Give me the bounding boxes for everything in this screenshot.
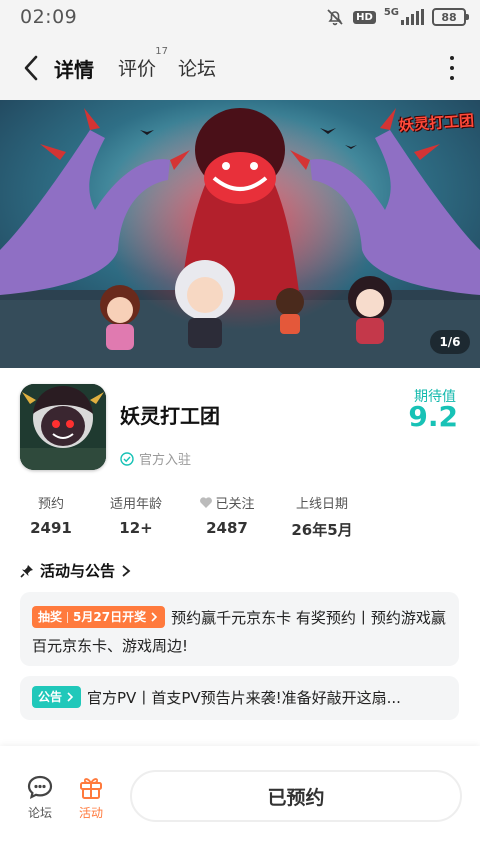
game-title: 妖灵打工团 — [120, 404, 220, 428]
activities-title: 活动与公告 — [40, 562, 116, 580]
stat-value: 12+ — [119, 519, 153, 537]
battery-icon: 88 — [432, 8, 469, 26]
bottom-activity-button[interactable]: 活动 — [78, 774, 104, 821]
stat-followers[interactable]: 已关注 2487 — [196, 493, 258, 537]
chevron-right-icon — [151, 612, 158, 622]
chevron-left-icon — [24, 55, 38, 81]
more-options-button[interactable] — [446, 56, 458, 80]
tab-forum-label: 论坛 — [178, 58, 217, 80]
top-nav: 详情 评价 17 论坛 — [0, 36, 480, 100]
stat-label: 已关注 — [215, 497, 255, 512]
verified-check-icon — [120, 451, 134, 466]
activities-header[interactable]: 活动与公告 — [20, 560, 131, 581]
bottom-forum-label: 论坛 — [27, 806, 52, 820]
official-text: 官方入驻 — [139, 453, 192, 468]
announcement-text: 官方PV丨首支PV预告片来袭!准备好敲开这扇... — [87, 689, 401, 707]
tab-detail[interactable]: 详情 — [54, 54, 94, 83]
tab-review-label: 评价 — [118, 58, 157, 80]
status-icons: HD 5G 88 — [325, 6, 469, 28]
status-bar: 02:09 HD 5G 88 — [0, 0, 480, 36]
heart-icon — [200, 497, 213, 508]
game-app-icon — [20, 384, 106, 470]
bottom-activity-label: 活动 — [78, 806, 103, 820]
mute-bell-icon — [327, 9, 343, 26]
banner-page-counter: 1/6 — [430, 330, 470, 354]
pin-icon — [20, 564, 33, 578]
tab-forum[interactable]: 论坛 — [178, 54, 216, 81]
hd-badge: HD — [353, 10, 376, 24]
stat-value: 2491 — [30, 519, 72, 537]
activity-card-lottery[interactable]: 抽奖 5月27日开奖 预约赢千元京东卡 有奖预约丨预约游戏赢百元京东卡、游戏周边! — [20, 592, 459, 666]
chevron-right-icon — [122, 564, 131, 577]
stats-row: 预约 2491 适用年龄 12+ 已关注 2487 上线日期 26年5月 — [0, 493, 480, 540]
banner-carousel[interactable]: 妖灵打工团 1/6 — [0, 100, 480, 368]
game-icon — [20, 384, 106, 470]
signal-icon — [401, 9, 424, 25]
stat-label: 适用年龄 — [109, 497, 162, 512]
reserved-button[interactable]: 已预约 — [130, 770, 462, 822]
review-count-badge: 17 — [155, 46, 169, 57]
back-button[interactable] — [18, 54, 46, 82]
expectation-score: 9.2 — [408, 400, 458, 433]
tab-detail-label: 详情 — [54, 58, 94, 82]
stat-label: 上线日期 — [295, 497, 348, 512]
stat-label: 预约 — [37, 497, 64, 512]
status-time: 02:09 — [20, 6, 78, 28]
bottom-forum-button[interactable]: 论坛 — [26, 774, 54, 821]
lottery-tag: 抽奖 5月27日开奖 — [32, 606, 166, 628]
announcement-card[interactable]: 公告 官方PV丨首支PV预告片来袭!准备好敲开这扇... — [20, 676, 459, 720]
stat-reservations: 预约 2491 — [30, 493, 72, 537]
stat-release-date: 上线日期 26年5月 — [290, 493, 354, 540]
official-verified-label: 官方入驻 — [120, 449, 191, 468]
notice-tag: 公告 — [32, 686, 82, 708]
stat-value: 26年5月 — [291, 521, 353, 539]
network-label: 5G — [383, 6, 399, 18]
banner-illustration — [0, 100, 480, 368]
stat-age-rating: 适用年龄 12+ — [106, 493, 166, 537]
more-vertical-icon — [450, 56, 454, 60]
chat-bubble-icon — [27, 775, 53, 799]
chevron-right-icon — [67, 692, 74, 702]
bottom-bar: 论坛 活动 已预约 — [0, 746, 480, 854]
stat-value: 2487 — [206, 519, 248, 537]
gift-icon — [80, 778, 102, 799]
tab-review[interactable]: 评价 17 — [118, 46, 168, 81]
